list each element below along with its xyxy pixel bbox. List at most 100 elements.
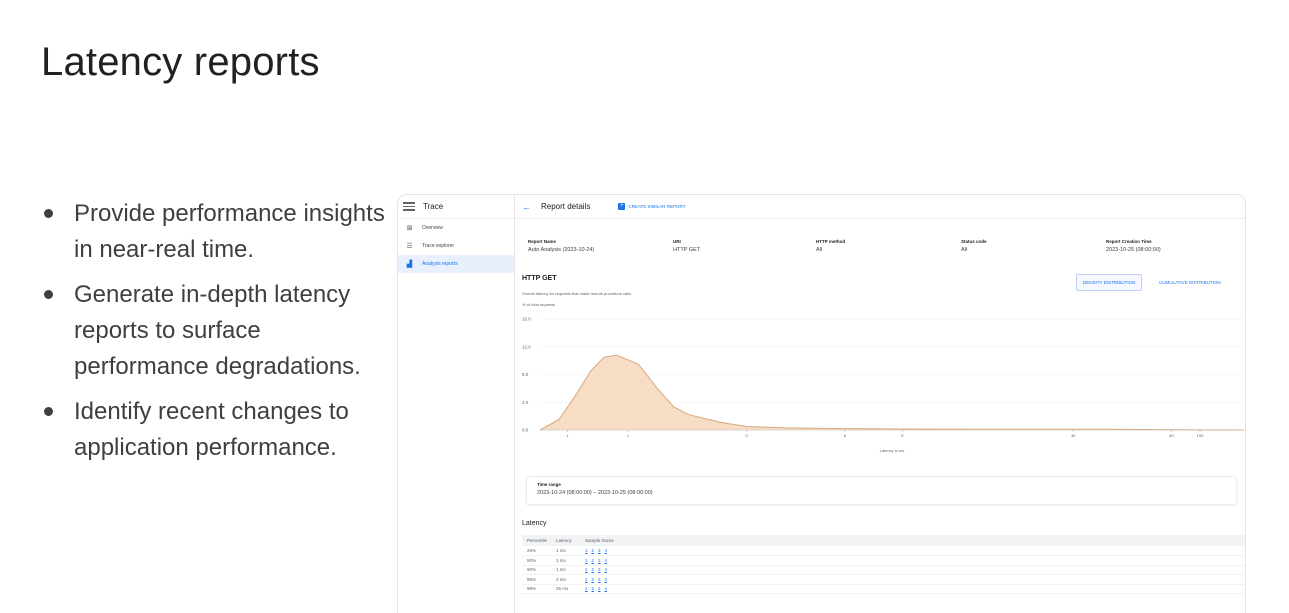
sample-trace-link[interactable]: 1 bbox=[585, 577, 588, 582]
report-metadata: Report Name Auto Analysis (2023-10-24) U… bbox=[516, 233, 1245, 265]
sample-traces-cell: 1234 bbox=[580, 584, 1245, 594]
table-row: 90% 1 ms 1 2 3 4 bbox=[522, 565, 1245, 575]
sample-trace-link[interactable]: 3 bbox=[598, 586, 601, 591]
back-arrow-icon[interactable]: ← bbox=[522, 202, 531, 212]
bullet-text: Provide performance insights in near-rea… bbox=[74, 200, 385, 263]
time-range-value: 2023-10-24 (08:00:00) – 2023-10-25 (08:0… bbox=[537, 490, 653, 496]
sample-traces-cell: 1234 bbox=[580, 555, 1245, 566]
density-area bbox=[540, 355, 1244, 430]
x-tick-label: 6 bbox=[844, 433, 847, 438]
sidebar-item-trace-explorer[interactable]: ☰ Trace explorer bbox=[398, 237, 514, 255]
sample-trace-link[interactable]: 1 bbox=[585, 558, 588, 563]
bullet-item: Identify recent changes to application p… bbox=[41, 394, 386, 466]
density-distribution-toggle[interactable]: DENSITY DISTRIBUTION bbox=[1076, 274, 1143, 291]
meta-creation-time: Report Creation Time 2023-10-25 (08:00:0… bbox=[1106, 239, 1161, 253]
sample-traces-cell: 1234 bbox=[580, 546, 1245, 556]
bullet-text: Generate in-depth latency reports to sur… bbox=[74, 281, 361, 380]
cumulative-distribution-toggle[interactable]: CUMULATIVE DISTRIBUTION bbox=[1153, 274, 1227, 291]
sample-trace-link[interactable]: 4 bbox=[605, 577, 608, 582]
bullet-dot bbox=[44, 209, 53, 218]
sample-trace-link[interactable]: 3 bbox=[598, 558, 601, 563]
latency-cell: 1 ms bbox=[551, 546, 580, 556]
sample-trace-link[interactable]: 4 bbox=[605, 558, 608, 563]
percentile-cell: 25% bbox=[522, 546, 551, 556]
sample-trace-link[interactable]: 3 bbox=[598, 567, 601, 572]
percentile-cell: 99% bbox=[522, 584, 551, 594]
sample-trace-link[interactable]: 3 bbox=[598, 548, 601, 553]
section-title: HTTP GET bbox=[522, 275, 557, 282]
latency-table: Percentile Latency Sample traces 25% 1 ms… bbox=[522, 535, 1245, 594]
sample-trace-link[interactable]: 2 bbox=[592, 577, 595, 582]
y-axis-label: % of total requests bbox=[522, 302, 556, 307]
chart-icon: ▟ bbox=[406, 261, 413, 268]
sample-trace-link[interactable]: 2 bbox=[592, 548, 595, 553]
main-panel: ← Report details + CREATE SIMILAR REPORT… bbox=[516, 195, 1245, 613]
slide-title: Latency reports bbox=[41, 40, 320, 84]
section-description: Overall latency for requests that make r… bbox=[522, 291, 632, 296]
sidebar-item-label: Analysis reports bbox=[422, 261, 458, 267]
table-row: 99% 26 ms 1 2 3 4 bbox=[522, 584, 1245, 594]
menu-icon[interactable] bbox=[403, 200, 415, 213]
app-name: Trace bbox=[423, 202, 444, 211]
create-similar-report-button[interactable]: + CREATE SIMILAR REPORT bbox=[618, 203, 685, 210]
table-row: 50% 1 ms 1 2 3 4 bbox=[522, 555, 1245, 566]
column-header: Sample traces bbox=[580, 535, 1245, 546]
latency-title: Latency bbox=[522, 520, 547, 527]
meta-http-method: HTTP method All bbox=[816, 239, 846, 253]
latency-cell: 1 ms bbox=[551, 555, 580, 566]
trace-screenshot: Trace ⊠ Overview ☰ Trace explorer ▟ Anal… bbox=[397, 194, 1246, 613]
bullet-text: Identify recent changes to application p… bbox=[74, 398, 349, 461]
list-icon: ☰ bbox=[406, 243, 413, 250]
sample-traces-cell: 1234 bbox=[580, 565, 1245, 575]
x-tick-label: 1 bbox=[627, 433, 630, 438]
sample-trace-link[interactable]: 1 bbox=[585, 567, 588, 572]
time-range-card: Time range 2023-10-24 (08:00:00) – 2023-… bbox=[526, 476, 1237, 505]
time-range-label: Time range bbox=[537, 482, 561, 487]
sample-traces-cell: 1234 bbox=[580, 574, 1245, 585]
sidebar: Trace ⊠ Overview ☰ Trace explorer ▟ Anal… bbox=[398, 195, 515, 613]
latency-cell: 2 ms bbox=[551, 574, 580, 585]
y-tick-label: 12.0 bbox=[522, 344, 531, 349]
sidebar-item-label: Trace explorer bbox=[422, 243, 455, 249]
bullet-list: Provide performance insights in near-rea… bbox=[41, 196, 386, 475]
sample-trace-link[interactable]: 3 bbox=[598, 577, 601, 582]
x-tick-label: 3 bbox=[745, 433, 748, 438]
bullet-item: Provide performance insights in near-rea… bbox=[41, 196, 386, 268]
sidebar-header: Trace bbox=[398, 195, 514, 219]
meta-status-code: Status code All bbox=[961, 239, 987, 253]
x-tick-label: 30 bbox=[1071, 433, 1076, 438]
sample-trace-link[interactable]: 4 bbox=[605, 548, 608, 553]
table-header-row: Percentile Latency Sample traces bbox=[522, 535, 1245, 546]
meta-uri: URI HTTP GET bbox=[673, 239, 701, 253]
sample-trace-link[interactable]: 2 bbox=[592, 586, 595, 591]
percentile-cell: 95% bbox=[522, 574, 551, 585]
page-title: Report details bbox=[541, 202, 591, 211]
x-tick-label: 9 bbox=[901, 433, 904, 438]
sample-trace-link[interactable]: 1 bbox=[585, 586, 588, 591]
bullet-item: Generate in-depth latency reports to sur… bbox=[41, 277, 386, 385]
sidebar-item-analysis-reports[interactable]: ▟ Analysis reports bbox=[398, 255, 514, 273]
bullet-dot bbox=[44, 407, 53, 416]
sample-trace-link[interactable]: 4 bbox=[605, 586, 608, 591]
latency-cell: 26 ms bbox=[551, 584, 580, 594]
meta-report-name: Report Name Auto Analysis (2023-10-24) bbox=[528, 239, 595, 253]
y-tick-label: 0.0 bbox=[522, 428, 529, 433]
latency-density-chart: 16.0 12.0 8.0 4.0 0.0 1 1 3 6 9 30 60 100 Latency in … bbox=[522, 317, 1245, 453]
column-header: Percentile bbox=[522, 535, 551, 546]
column-header: Latency bbox=[551, 535, 580, 546]
overview-icon: ⊠ bbox=[406, 225, 413, 232]
x-axis-label: Latency in ms bbox=[880, 448, 905, 453]
y-tick-label: 8.0 bbox=[522, 372, 529, 377]
add-icon: + bbox=[618, 203, 626, 210]
sidebar-item-overview[interactable]: ⊠ Overview bbox=[398, 219, 514, 237]
table-row: 25% 1 ms 1 2 3 4 bbox=[522, 546, 1245, 556]
x-tick-label: 60 bbox=[1169, 433, 1174, 438]
sample-trace-link[interactable]: 1 bbox=[585, 548, 588, 553]
percentile-cell: 50% bbox=[522, 555, 551, 566]
x-tick-label: 100 bbox=[1197, 433, 1204, 438]
table-row: 95% 2 ms 1 2 3 4 bbox=[522, 574, 1245, 585]
sample-trace-link[interactable]: 2 bbox=[592, 567, 595, 572]
sample-trace-link[interactable]: 2 bbox=[592, 558, 595, 563]
sample-trace-link[interactable]: 4 bbox=[605, 567, 608, 572]
page-header: ← Report details + CREATE SIMILAR REPORT bbox=[516, 195, 1245, 219]
